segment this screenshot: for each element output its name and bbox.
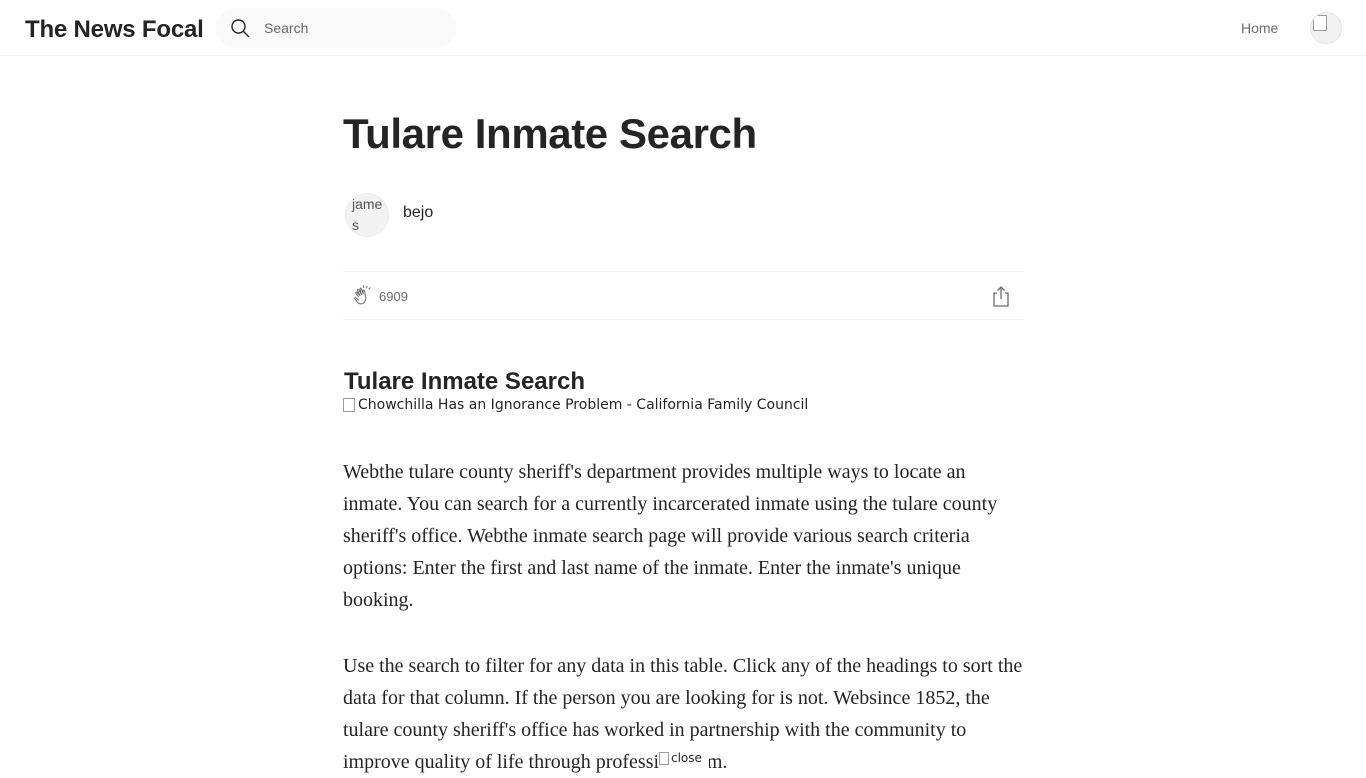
user-avatar-button[interactable] bbox=[1310, 12, 1342, 44]
article-image-alt-text: Chowchilla Has an Ignorance Problem - Ca… bbox=[358, 397, 809, 413]
clap-count: 6909 bbox=[379, 289, 408, 304]
search-icon bbox=[231, 19, 250, 38]
site-logo[interactable]: The News Focal bbox=[25, 16, 204, 44]
share-icon[interactable] bbox=[990, 284, 1012, 308]
article-title: Tulare Inmate Search bbox=[343, 110, 757, 157]
overlay-close-alt-text: close bbox=[671, 751, 702, 765]
nav-home-link[interactable]: Home bbox=[1241, 20, 1278, 36]
close-icon bbox=[659, 752, 669, 765]
search-box[interactable] bbox=[216, 8, 456, 48]
search-input[interactable] bbox=[264, 18, 444, 38]
author-name[interactable]: bejo bbox=[403, 204, 433, 222]
article-paragraph: Webthe tulare county sheriff's departmen… bbox=[343, 461, 998, 611]
top-navigation-bar: The News Focal Home bbox=[0, 0, 1366, 56]
article-image: Chowchilla Has an Ignorance Problem - Ca… bbox=[343, 396, 808, 414]
section-heading: Tulare Inmate Search bbox=[344, 368, 585, 395]
author-avatar[interactable]: james bbox=[345, 193, 389, 237]
broken-image-icon bbox=[1313, 15, 1327, 31]
article-action-bar: 6909 bbox=[343, 271, 1024, 320]
overlay-close-button[interactable]: close bbox=[659, 751, 709, 768]
clap-icon[interactable] bbox=[351, 284, 375, 308]
broken-image-icon bbox=[343, 398, 355, 412]
